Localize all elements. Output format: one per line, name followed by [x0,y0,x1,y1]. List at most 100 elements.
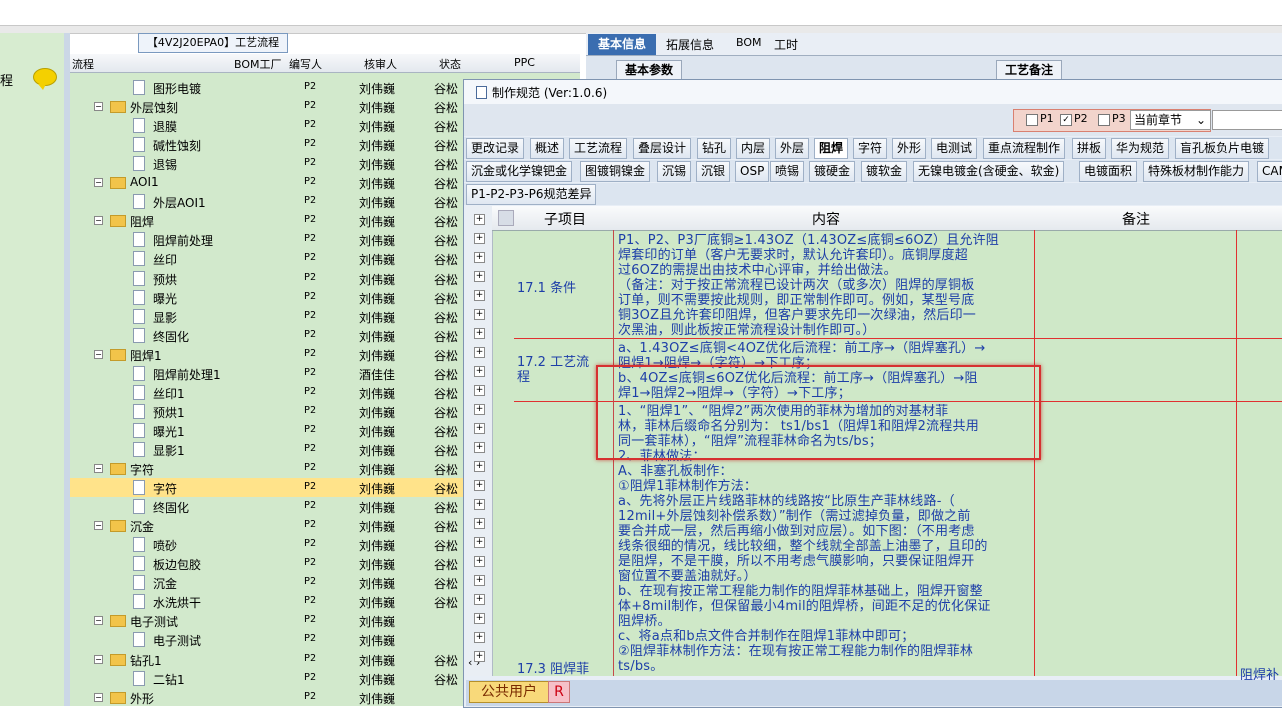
expand-row-icon[interactable]: + [474,537,485,548]
expand-row-icon[interactable]: + [474,442,485,453]
spec-tab[interactable]: 喷锡 [770,161,805,182]
collapse-toggle-icon[interactable]: − [94,654,103,664]
tree-row-name: 曝光 [153,291,178,306]
spec-tab[interactable]: OSP [735,161,770,182]
expand-row-icon[interactable]: + [474,480,485,491]
tree-row-writer: 刘伟巍 [359,596,396,611]
expand-row-icon[interactable]: + [474,385,485,396]
tab-extended-info[interactable]: 拓展信息 [666,36,714,53]
status-r-badge[interactable]: R [548,681,570,703]
grid-header-remark[interactable]: 备注 [1122,209,1150,229]
spec-tab[interactable]: 字符 [853,138,888,159]
spec-tab[interactable]: 工艺流程 [569,138,628,159]
spec-dialog-titlebar[interactable]: 制作规范 (Ver:1.0.6) [464,80,1282,104]
expand-row-icon[interactable]: + [474,214,485,225]
spec-tab[interactable]: 镀硬金 [809,161,856,182]
collapse-toggle-icon[interactable]: − [94,616,103,626]
spec-tab[interactable]: 阻焊 [814,138,849,159]
tree-row-reviewer: 谷松 [434,386,459,401]
chat-bubble-icon[interactable] [33,68,57,90]
collapse-toggle-icon[interactable]: − [94,349,103,359]
expand-row-icon[interactable]: + [474,404,485,415]
expand-row-icon[interactable]: + [474,575,485,586]
grid-header-content[interactable]: 内容 [812,209,840,229]
spec-tab[interactable]: 概述 [530,138,565,159]
p2-checkbox[interactable]: ✓ [1060,114,1072,126]
tab-work-hours[interactable]: 工时 [774,36,798,53]
subtab-process-notes[interactable]: 工艺备注 [996,60,1063,79]
expand-row-icon[interactable]: + [474,347,485,358]
expand-row-icon[interactable]: + [474,461,485,472]
expand-row-icon[interactable]: + [474,651,485,662]
column-header-bom-factory[interactable]: BOM工厂 [234,56,282,72]
expand-row-icon[interactable]: + [474,309,485,320]
tree-row-bom-factory: P2 [304,595,317,607]
expand-row-icon[interactable]: + [474,499,485,510]
expand-row-icon[interactable]: + [474,252,485,263]
spec-tab[interactable]: 盲孔板负片电镀 [1175,138,1270,159]
tree-row-writer: 刘伟巍 [359,443,396,458]
folder-icon [110,348,126,361]
column-header-process[interactable]: 流程 [72,56,94,72]
expand-row-icon[interactable]: + [474,366,485,377]
expand-row-icon[interactable]: + [474,632,485,643]
spec-tab[interactable]: P1-P2-P3-P6规范差异 [466,184,597,205]
spec-tab[interactable]: 内层 [736,138,771,159]
spec-tab[interactable]: 更改记录 [466,138,525,159]
tree-row-reviewer: 谷松 [434,158,459,173]
tree-row-name: 退锡 [153,158,178,173]
chapter-select[interactable]: 当前章节 ⌄ [1130,110,1211,130]
spec-tab[interactable]: 华为规范 [1111,138,1170,159]
spec-tab[interactable]: 沉银 [696,161,731,182]
column-header-reviewer[interactable]: 核审人 [364,56,397,72]
left-pane-label: 程 [0,74,14,89]
expand-row-icon[interactable]: + [474,233,485,244]
expand-row-icon[interactable]: + [474,423,485,434]
tree-row-reviewer: 谷松 [434,558,459,573]
toolbar-search-input[interactable] [1212,110,1282,130]
p3-checkbox[interactable] [1098,114,1110,126]
collapse-toggle-icon[interactable]: − [94,178,103,188]
collapse-toggle-icon[interactable]: − [94,464,103,473]
spec-tab[interactable]: 电镀面积 [1079,161,1138,182]
spec-tab[interactable]: 外形 [892,138,927,159]
collapse-toggle-icon[interactable]: − [94,692,103,702]
spec-tab[interactable]: 外层 [775,138,810,159]
tab-bom[interactable]: BOM [736,36,762,49]
spec-tab[interactable]: 沉锡 [657,161,692,182]
spec-tab[interactable]: 重点流程制作 [983,138,1066,159]
expand-row-icon[interactable]: + [474,328,485,339]
collapse-toggle-icon[interactable]: − [94,521,103,531]
tab-basic-info[interactable]: 基本信息 [588,34,656,55]
subtab-basic-params[interactable]: 基本参数 [616,60,683,79]
column-header-writer[interactable]: 编写人 [289,56,322,72]
column-header-ppc[interactable]: PPC [514,56,535,69]
tree-row-name: 电子测试 [130,615,179,630]
tree-row-reviewer: 谷松 [434,520,459,535]
spec-tab[interactable]: 钻孔 [697,138,732,159]
expand-row-icon[interactable]: + [474,518,485,529]
expand-row-icon[interactable]: + [474,271,485,282]
grid-header-subitem[interactable]: 子项目 [544,209,586,229]
spec-tab[interactable]: 沉金或化学镍钯金 [466,161,573,182]
collapse-toggle-icon[interactable]: − [94,216,103,226]
spec-tab[interactable]: CAM [1257,161,1282,182]
tree-row-reviewer: 谷松 [434,367,459,382]
spec-tab[interactable]: 电测试 [931,138,978,159]
expand-row-icon[interactable]: + [474,290,485,301]
status-user-badge[interactable]: 公共用户 [469,681,549,703]
expand-row-icon[interactable]: + [474,594,485,605]
spec-tab[interactable]: 叠层设计 [633,138,692,159]
tree-row-writer: 刘伟巍 [359,558,396,573]
tree-row-name: 阻焊 [130,215,155,230]
spec-tab[interactable]: 拼板 [1072,138,1107,159]
spec-tab[interactable]: 特殊板材制作能力 [1143,161,1250,182]
p1-checkbox[interactable] [1026,114,1038,126]
column-header-status[interactable]: 状态 [439,56,461,72]
spec-tab[interactable]: 镀软金 [861,161,908,182]
spec-tab[interactable]: 图镀铜镍金 [580,161,651,182]
collapse-toggle-icon[interactable]: − [94,102,103,112]
expand-row-icon[interactable]: + [474,613,485,624]
expand-row-icon[interactable]: + [474,556,485,567]
spec-tab[interactable]: 无镍电镀金(含硬金、软金) [913,161,1065,182]
